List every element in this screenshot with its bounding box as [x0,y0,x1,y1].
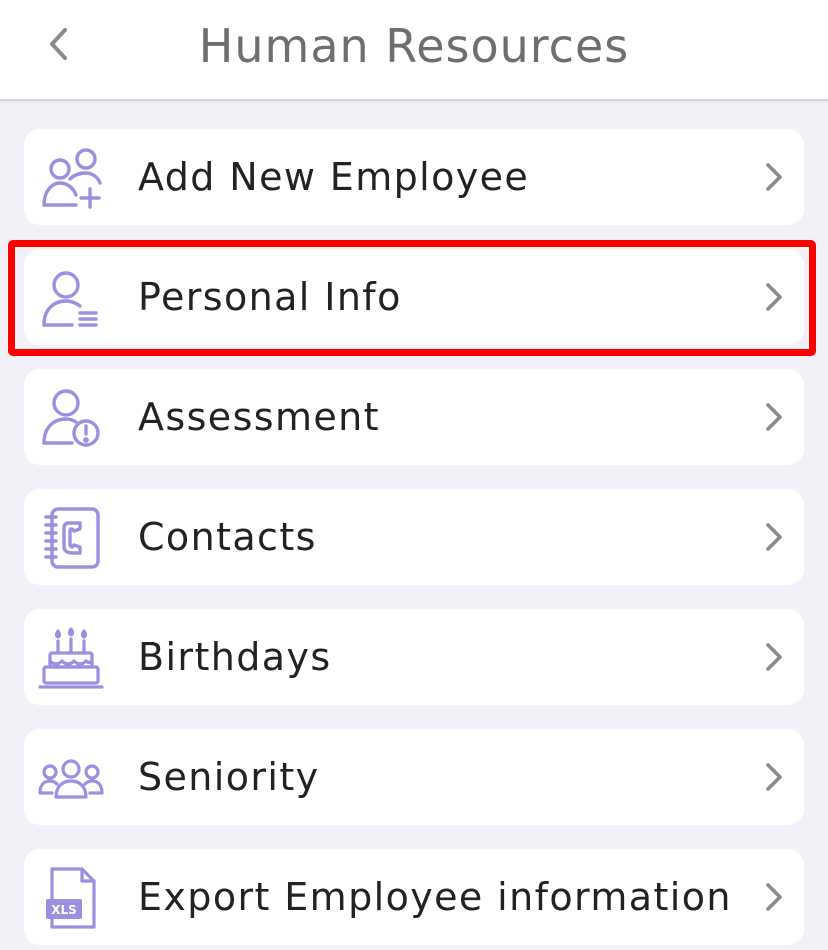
user-list-icon [38,265,104,331]
chevron-left-icon [50,28,67,60]
chevron-right-icon [762,279,786,315]
chevron-right-icon [762,759,786,795]
svg-text:XLS: XLS [51,903,77,917]
menu-item-export-employee-information[interactable]: XLS Export Employee information [24,849,804,945]
chevron-right-icon [762,159,786,195]
menu-item-contacts[interactable]: Contacts [24,489,804,585]
page-title: Human Resources [198,19,630,73]
menu-item-birthdays[interactable]: Birthdays [24,609,804,705]
menu-item-label: Export Employee information [138,875,732,919]
menu-item-label: Contacts [138,515,317,559]
menu-item-assessment[interactable]: Assessment [24,369,804,465]
menu-item-seniority[interactable]: Seniority [24,729,804,825]
back-button[interactable] [36,22,80,66]
menu-item-label: Personal Info [138,275,402,319]
chevron-right-icon [762,519,786,555]
menu-item-label: Seniority [138,755,320,799]
add-user-icon [38,145,104,211]
birthday-cake-icon [38,625,104,691]
app-header: Human Resources [0,0,828,101]
user-alert-icon [38,385,104,451]
phonebook-icon [38,505,104,571]
chevron-right-icon [762,399,786,435]
menu-item-label: Birthdays [138,635,332,679]
menu-item-label: Assessment [138,395,380,439]
menu-item-personal-info[interactable]: Personal Info [24,249,804,345]
menu-item-label: Add New Employee [138,155,530,199]
group-icon [38,745,104,811]
chevron-right-icon [762,639,786,675]
menu-item-add-new-employee[interactable]: Add New Employee [24,129,804,225]
xls-file-icon: XLS [38,865,104,931]
chevron-right-icon [762,879,786,915]
